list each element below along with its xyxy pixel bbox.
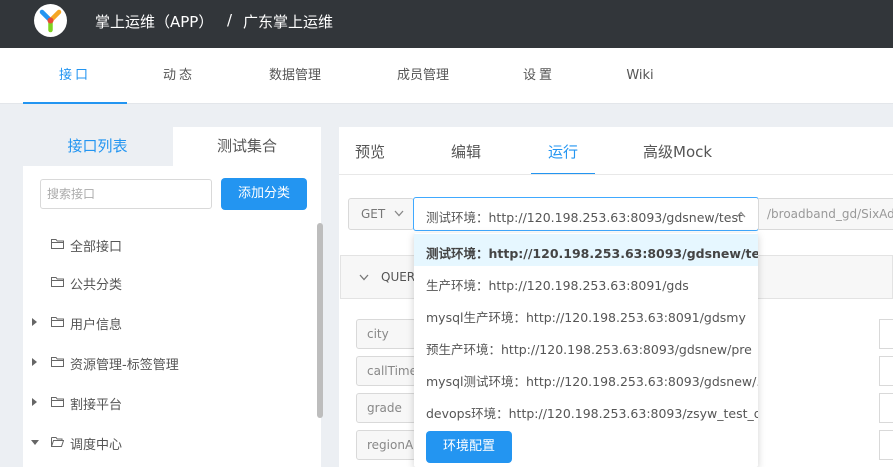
tree-item-label: 公共分类 <box>70 278 123 293</box>
nav-tab-wiki[interactable]: Wiki <box>615 48 665 104</box>
nav-tab-settings[interactable]: 设置 <box>509 48 569 104</box>
tree-item-public-category[interactable]: 公共分类 <box>23 271 313 295</box>
project-nav: 接口 动态 数据管理 成员管理 设置 Wiki <box>0 48 893 104</box>
param-value-input[interactable] <box>879 319 893 349</box>
nav-tab-data-management[interactable]: 数据管理 <box>258 48 332 104</box>
folder-icon <box>51 397 64 407</box>
nav-tab-interface[interactable]: 接口 <box>23 48 127 104</box>
tab-edit[interactable]: 编辑 <box>451 141 481 175</box>
environment-option-devops[interactable]: devops环境：http://120.198.253.63:8093/zsyw… <box>414 394 758 426</box>
chevron-up-icon <box>736 211 746 218</box>
sidebar-tabs: 接口列表 测试集合 <box>23 127 321 166</box>
path-input[interactable]: /broadband_gd/SixAd <box>758 198 893 230</box>
tree-item-user-info[interactable]: 用户信息 <box>23 311 313 335</box>
method-select[interactable]: GET <box>348 198 414 230</box>
environment-option-pre-production[interactable]: 预生产环境：http://120.198.253.63:8093/gdsnew/… <box>414 330 758 362</box>
environment-option-test[interactable]: 测试环境：http://120.198.253.63:8093/gdsnew/t… <box>414 234 758 266</box>
environment-config-button[interactable]: 环境配置 <box>426 431 512 463</box>
logo-icon <box>39 9 62 33</box>
environment-option-mysql-test[interactable]: mysql测试环境：http://120.198.253.63:8093/gds… <box>414 362 758 394</box>
caret-right-icon[interactable] <box>32 398 37 406</box>
param-name-grade: grade <box>356 393 416 423</box>
add-category-button[interactable]: 添加分类 <box>221 178 307 210</box>
tree-item-label: 割接平台 <box>70 398 123 413</box>
breadcrumb-group[interactable]: 广东掌上运维 <box>243 11 333 32</box>
param-value-input[interactable] <box>879 356 893 386</box>
folder-open-icon <box>51 437 64 447</box>
top-header: 掌上运维（APP） / 广东掌上运维 <box>0 0 893 48</box>
param-name-calltime: callTime <box>356 356 416 386</box>
tree-item-all-interfaces[interactable]: 全部接口 <box>23 233 313 257</box>
tab-interface-list[interactable]: 接口列表 <box>23 127 172 166</box>
environment-select[interactable]: 测试环境：http://120.198.253.63:8093/gdsnew/t… <box>413 197 759 231</box>
tab-run[interactable]: 运行 <box>531 141 595 175</box>
breadcrumb-project[interactable]: 掌上运维（APP） <box>95 11 213 32</box>
environment-option-mysql-production[interactable]: mysql生产环境：http://120.198.253.63:8091/gds… <box>414 298 758 330</box>
interface-search-input[interactable] <box>47 181 207 207</box>
sidebar-scrollbar[interactable] <box>317 223 323 418</box>
folder-icon <box>51 277 64 287</box>
param-name-city: city <box>356 319 416 349</box>
tree-item-dispatch-center[interactable]: 调度中心 <box>23 431 313 455</box>
caret-right-icon[interactable] <box>32 358 37 366</box>
tree-item-label: 用户信息 <box>70 318 123 333</box>
param-name-regionar: regionAr <box>356 430 416 460</box>
interface-sidebar: 接口列表 测试集合 添加分类 全部接口 公共分类 用户信息 资源管理-标签管理 … <box>23 127 323 467</box>
method-value: GET <box>361 207 386 221</box>
tab-divider <box>339 174 893 175</box>
tab-test-collection[interactable]: 测试集合 <box>173 127 321 166</box>
nav-tab-activity[interactable]: 动态 <box>146 48 212 104</box>
tree-item-resource-tag-management[interactable]: 资源管理-标签管理 <box>23 351 313 375</box>
query-section-label: QUER <box>381 270 416 284</box>
tree-item-label: 全部接口 <box>70 240 123 255</box>
folder-icon <box>51 317 64 327</box>
chevron-down-icon <box>359 274 369 281</box>
folder-icon <box>51 357 64 367</box>
tree-item-cutover-platform[interactable]: 割接平台 <box>23 391 313 415</box>
caret-right-icon[interactable] <box>32 318 37 326</box>
tree-item-label: 调度中心 <box>70 438 123 453</box>
app-logo[interactable] <box>34 4 67 37</box>
environment-option-production[interactable]: 生产环境：http://120.198.253.63:8091/gds <box>414 266 758 298</box>
param-value-input[interactable] <box>879 430 893 460</box>
interface-search-box <box>40 179 212 209</box>
chevron-down-icon <box>394 210 404 217</box>
environment-value: 测试环境：http://120.198.253.63:8093/gdsnew/t… <box>426 210 743 225</box>
tab-advanced-mock[interactable]: 高级Mock <box>643 141 712 175</box>
folder-icon <box>51 239 64 249</box>
tab-preview[interactable]: 预览 <box>355 141 385 175</box>
caret-down-icon[interactable] <box>31 440 39 445</box>
path-value: /broadband_gd/SixAd <box>767 207 893 221</box>
nav-tab-member-management[interactable]: 成员管理 <box>386 48 460 104</box>
environment-dropdown: 测试环境：http://120.198.253.63:8093/gdsnew/t… <box>414 233 758 467</box>
param-value-input[interactable] <box>879 393 893 423</box>
tree-item-label: 资源管理-标签管理 <box>70 358 179 373</box>
breadcrumb-separator: / <box>227 11 233 29</box>
